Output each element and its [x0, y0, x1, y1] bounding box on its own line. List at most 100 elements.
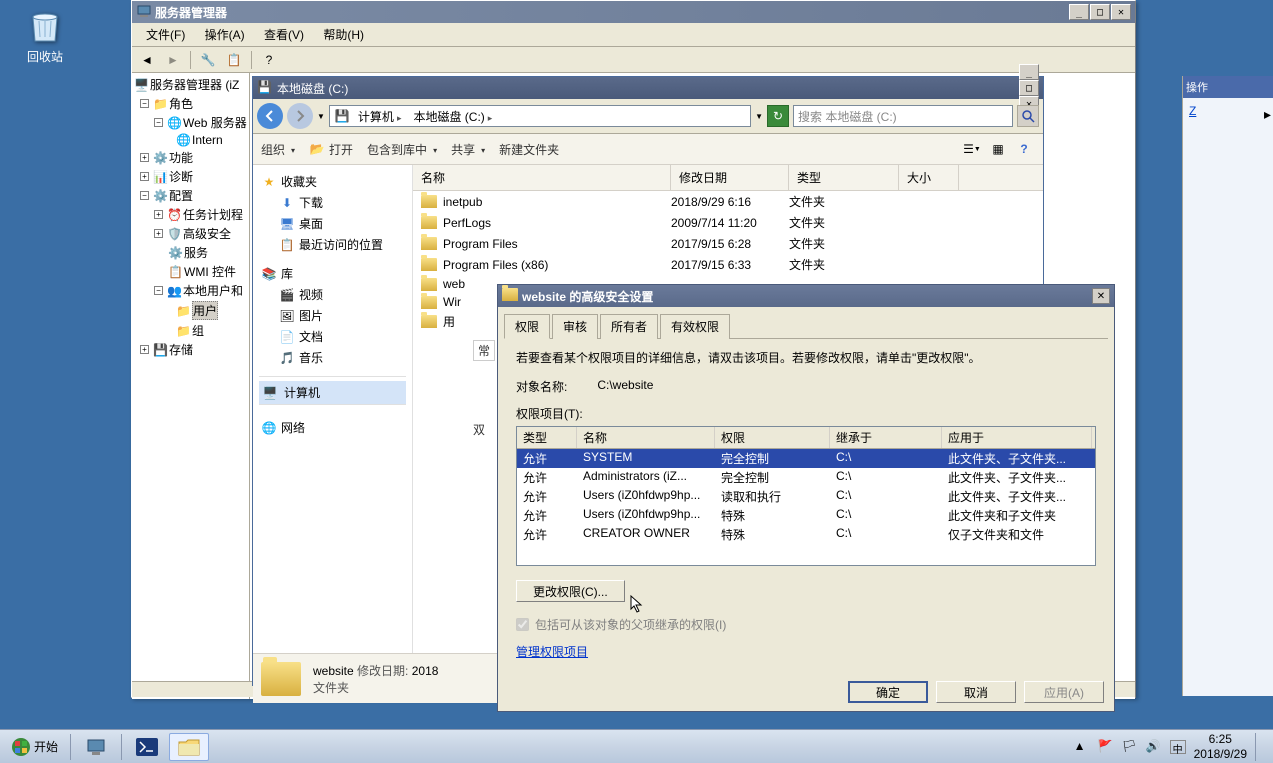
th-perm[interactable]: 权限	[715, 427, 830, 448]
tab-owner[interactable]: 所有者	[600, 314, 658, 339]
task-server-manager[interactable]	[76, 733, 116, 761]
search-input[interactable]: 搜索 本地磁盘 (C:)	[793, 105, 1013, 127]
tree-task[interactable]: 任务计划程	[183, 206, 243, 223]
tree-users[interactable]: 用户	[192, 301, 218, 320]
chevron-down-icon[interactable]: ▼	[755, 112, 763, 121]
tray-arrow-icon[interactable]: ▲	[1074, 739, 1090, 755]
refresh-button[interactable]: ↻	[767, 105, 789, 127]
cancel-button[interactable]: 取消	[936, 681, 1016, 703]
tree-localusers[interactable]: 本地用户和	[183, 282, 243, 299]
sidebar-downloads[interactable]: ⬇下载	[259, 192, 406, 213]
collapse-arrow-icon[interactable]: ▸	[1264, 106, 1271, 123]
minimize-button[interactable]: _	[1019, 64, 1039, 80]
permission-row[interactable]: 允许Users (iZ0hfdwp9hp...特殊C:\此文件夹和子文件夹	[517, 506, 1095, 525]
volume-icon[interactable]: 🔊	[1146, 739, 1162, 755]
nav-forward-button[interactable]	[287, 103, 313, 129]
col-size[interactable]: 大小	[899, 165, 959, 190]
tree-toggle[interactable]: −	[140, 99, 149, 108]
sidebar-library[interactable]: 📚库	[259, 263, 406, 284]
tree-features[interactable]: 功能	[169, 149, 193, 166]
col-name[interactable]: 名称	[413, 165, 671, 190]
th-inherit[interactable]: 继承于	[830, 427, 942, 448]
menu-file[interactable]: 文件(F)	[138, 26, 193, 44]
server-manager-titlebar[interactable]: 服务器管理器 _ □ ✕	[132, 1, 1135, 23]
flag-icon[interactable]: 🏳	[1122, 739, 1138, 755]
sidebar-videos[interactable]: 🎬视频	[259, 284, 406, 305]
help-icon[interactable]: ?	[258, 49, 280, 71]
file-row[interactable]: Program Files2017/9/15 6:28文件夹	[413, 233, 1043, 254]
recycle-bin[interactable]: 回收站	[10, 5, 80, 65]
breadcrumb-computer[interactable]: 计算机	[354, 106, 406, 127]
permission-row[interactable]: 允许SYSTEM完全控制C:\此文件夹、子文件夹...	[517, 449, 1095, 468]
view-button[interactable]: ☰▼	[961, 138, 983, 160]
tree-internet[interactable]: Intern	[192, 133, 223, 147]
tree-diag[interactable]: 诊断	[169, 168, 193, 185]
maximize-button[interactable]: □	[1090, 4, 1110, 20]
open-button[interactable]: 📂打开	[309, 141, 353, 158]
tree-root[interactable]: 服务器管理器 (iZ	[150, 76, 239, 93]
start-button[interactable]: 开始	[4, 736, 66, 758]
tree-toggle[interactable]: +	[154, 210, 163, 219]
file-row[interactable]: inetpub2018/9/29 6:16文件夹	[413, 191, 1043, 212]
show-desktop-button[interactable]	[1255, 733, 1263, 761]
permission-row[interactable]: 允许Administrators (iZ...完全控制C:\此文件夹、子文件夹.…	[517, 468, 1095, 487]
close-button[interactable]: ✕	[1092, 288, 1110, 304]
address-bar[interactable]: 💾 计算机 本地磁盘 (C:)	[329, 105, 751, 127]
permission-row[interactable]: 允许Users (iZ0hfdwp9hp...读取和执行C:\此文件夹、子文件夹…	[517, 487, 1095, 506]
menu-action[interactable]: 操作(A)	[197, 26, 253, 44]
action-icon[interactable]: 🔧	[197, 49, 219, 71]
sidebar-network[interactable]: 🌐网络	[259, 417, 406, 438]
tree-storage[interactable]: 存储	[169, 341, 193, 358]
menu-view[interactable]: 查看(V)	[256, 26, 312, 44]
tab-audit[interactable]: 审核	[552, 314, 598, 339]
tree-web[interactable]: Web 服务器	[183, 114, 247, 131]
minimize-button[interactable]: _	[1069, 4, 1089, 20]
col-type[interactable]: 类型	[789, 165, 899, 190]
explorer-titlebar[interactable]: 💾 本地磁盘 (C:) _ □ ✕	[253, 77, 1043, 99]
task-powershell[interactable]	[127, 733, 167, 761]
tree-advsec[interactable]: 高级安全	[183, 225, 231, 242]
tab-permissions[interactable]: 权限	[504, 314, 550, 339]
th-name[interactable]: 名称	[577, 427, 715, 448]
th-apply[interactable]: 应用于	[942, 427, 1092, 448]
share-menu[interactable]: 共享	[451, 141, 485, 158]
file-row[interactable]: Program Files (x86)2017/9/15 6:33文件夹	[413, 254, 1043, 275]
menu-help[interactable]: 帮助(H)	[315, 26, 372, 44]
tree-services[interactable]: 服务	[184, 244, 208, 261]
tree-toggle[interactable]: −	[154, 286, 163, 295]
tree-wmi[interactable]: WMI 控件	[184, 263, 236, 280]
nav-back-button[interactable]	[257, 103, 283, 129]
action-link[interactable]: Z	[1189, 104, 1196, 118]
maximize-button[interactable]: □	[1019, 80, 1039, 96]
sidebar-pictures[interactable]: 🖼图片	[259, 305, 406, 326]
tree-toggle[interactable]: +	[140, 153, 149, 162]
ime-icon[interactable]: 中	[1170, 740, 1186, 754]
organize-menu[interactable]: 组织	[261, 141, 295, 158]
tab-effective[interactable]: 有效权限	[660, 314, 730, 339]
action-center-icon[interactable]: 🚩	[1098, 739, 1114, 755]
tree-toggle[interactable]: −	[154, 118, 163, 127]
tree-config[interactable]: 配置	[169, 187, 193, 204]
preview-button[interactable]: ▦	[987, 138, 1009, 160]
sidebar-music[interactable]: 🎵音乐	[259, 347, 406, 368]
back-button[interactable]: ◄	[136, 49, 158, 71]
tree-toggle[interactable]: +	[140, 345, 149, 354]
sidebar-desktop[interactable]: 🖥桌面	[259, 213, 406, 234]
sidebar-computer[interactable]: 🖥️计算机	[259, 381, 406, 404]
permission-row[interactable]: 允许CREATOR OWNER特殊C:\仅子文件夹和文件	[517, 525, 1095, 544]
newfolder-button[interactable]: 新建文件夹	[499, 141, 559, 158]
file-row[interactable]: PerfLogs2009/7/14 11:20文件夹	[413, 212, 1043, 233]
close-button[interactable]: ✕	[1111, 4, 1131, 20]
sidebar-documents[interactable]: 📄文档	[259, 326, 406, 347]
th-type[interactable]: 类型	[517, 427, 577, 448]
change-permissions-button[interactable]: 更改权限(C)...	[516, 580, 625, 602]
tree-toggle[interactable]: −	[140, 191, 149, 200]
breadcrumb-drive[interactable]: 本地磁盘 (C:)	[409, 106, 496, 127]
tree-groups[interactable]: 组	[192, 322, 204, 339]
forward-button[interactable]: ►	[162, 49, 184, 71]
chevron-down-icon[interactable]: ▼	[317, 112, 325, 121]
sidebar-recent[interactable]: 📋最近访问的位置	[259, 234, 406, 255]
tree-roles[interactable]: 角色	[169, 95, 193, 112]
col-date[interactable]: 修改日期	[671, 165, 789, 190]
dialog-titlebar[interactable]: website 的高级安全设置 ✕	[498, 285, 1114, 307]
